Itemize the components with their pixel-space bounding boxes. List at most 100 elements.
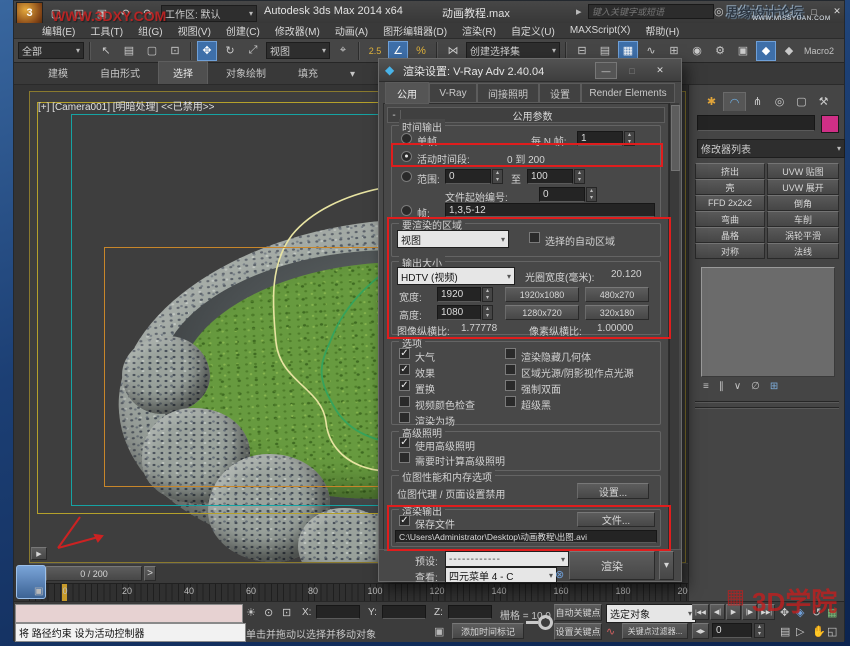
height-spinner[interactable]: ▴▾	[482, 305, 493, 320]
viewport-select-dropdown[interactable]: 四元菜单 4 - C▾	[445, 567, 557, 583]
option-checkbox[interactable]	[505, 348, 516, 359]
redo-icon[interactable]: ↷	[138, 3, 158, 23]
modifier-button[interactable]: 涡轮平滑	[767, 227, 839, 243]
dialog-close-button[interactable]: ✕	[649, 62, 671, 79]
object-name-field[interactable]	[697, 115, 815, 131]
modifier-list-dropdown[interactable]: 修改器列表▾	[697, 139, 845, 158]
radio-range[interactable]	[401, 171, 412, 182]
max-logo[interactable]: 3	[16, 2, 43, 24]
isolate-selection-icon[interactable]: ☀	[246, 606, 256, 619]
follow-icon[interactable]: ✥	[780, 606, 789, 619]
width-spinner[interactable]: ▴▾	[482, 287, 493, 302]
modifier-button[interactable]: UVW 展开	[767, 179, 839, 195]
modifier-button[interactable]: 车削	[767, 211, 839, 227]
absolute-mode-icon[interactable]: ⊡	[282, 606, 291, 619]
open-file-icon[interactable]: ◳	[69, 3, 89, 23]
z-coordinate-field[interactable]	[448, 605, 492, 619]
panel-tab-display-icon[interactable]: ▢	[791, 93, 812, 111]
option-checkbox[interactable]: ✓	[399, 380, 410, 391]
modifier-button[interactable]: UVW 贴图	[767, 163, 839, 179]
panel-tab-utilities-icon[interactable]: ⚒	[813, 93, 834, 111]
configure-modifier-icon[interactable]: ⊞	[770, 381, 778, 392]
key-wave-icon[interactable]: ∿	[606, 625, 615, 638]
time-slider-next-button[interactable]: >	[144, 566, 156, 581]
play-button[interactable]: ▶	[726, 604, 741, 620]
menu-edit[interactable]: 编辑(E)	[42, 23, 75, 38]
radio-single-frame[interactable]	[401, 133, 412, 144]
tab-vray[interactable]: V-Ray	[429, 83, 477, 103]
show-end-result-icon[interactable]: ∥	[719, 381, 724, 392]
viewport-layout-icon[interactable]: ▦	[827, 606, 837, 619]
panel-tab-modify-icon[interactable]: ◠	[723, 92, 746, 111]
current-frame-field[interactable]: 0	[712, 623, 752, 638]
scale-tool-icon[interactable]: ⤢	[243, 41, 263, 61]
save-file-icon[interactable]: ▣	[92, 3, 112, 23]
pan-hand-icon[interactable]: ✋	[812, 625, 826, 638]
view-lock-icon[interactable]: ⊗	[555, 568, 564, 581]
zoom-icon[interactable]: ▷	[796, 625, 804, 638]
frames-field[interactable]: 1,3,5-12	[445, 203, 655, 217]
output-size-dropdown[interactable]: HDTV (视频)▾	[397, 267, 515, 285]
auto-key-button[interactable]: 自动关键点	[554, 604, 602, 621]
frame-spinner[interactable]: ▴▾	[754, 623, 765, 638]
zoom-extents-icon[interactable]: ▤	[780, 625, 790, 638]
render-production-icon[interactable]: ◆	[756, 41, 776, 61]
panel-tab-motion-icon[interactable]: ◎	[769, 93, 790, 111]
maxscript-mini-listener[interactable]	[15, 604, 243, 623]
menu-create[interactable]: 创建(C)	[226, 23, 260, 38]
option-checkbox[interactable]: ✓	[399, 364, 410, 375]
range-to-field[interactable]: 100	[527, 169, 573, 184]
modifier-button[interactable]: FFD 2x2x2	[695, 195, 765, 211]
select-by-name-icon[interactable]: ▤	[119, 41, 139, 61]
search-input[interactable]	[588, 4, 714, 19]
modifier-button[interactable]: 壳	[695, 179, 765, 195]
every-n-spinner[interactable]: ▴▾	[624, 131, 635, 146]
selection-lock-icon[interactable]: ⊙	[264, 606, 273, 619]
go-to-end-button[interactable]: ▶▶|	[758, 604, 775, 620]
ribbon-tab-populate[interactable]: 填充	[284, 62, 332, 84]
ribbon-tab-selection[interactable]: 选择	[158, 61, 208, 84]
help-tools-icon[interactable]: ⚒	[730, 5, 740, 18]
modifier-button[interactable]: 弯曲	[695, 211, 765, 227]
modifier-button[interactable]: 对称	[695, 243, 765, 259]
ribbon-overflow-icon[interactable]: ▾	[336, 66, 369, 84]
remove-modifier-icon[interactable]: ∅	[751, 381, 760, 392]
shield-icon[interactable]: ◈	[796, 606, 804, 619]
rotate-tool-icon[interactable]: ↻	[220, 41, 240, 61]
workspace-dropdown[interactable]: 工作区: 默认▾	[161, 5, 257, 22]
res-1920x1080-button[interactable]: 1920x1080	[505, 287, 579, 302]
option-checkbox[interactable]	[505, 380, 516, 391]
height-field[interactable]: 1080	[437, 305, 481, 320]
menu-help[interactable]: 帮助(H)	[645, 23, 679, 38]
radio-frames[interactable]	[401, 205, 412, 216]
pin-stack-icon[interactable]: ≡	[703, 381, 709, 392]
render-menu-arrow[interactable]: ▾	[659, 551, 674, 580]
range-from-field[interactable]: 0	[445, 169, 491, 184]
add-time-tag-button[interactable]: 添加时间标记	[452, 623, 524, 639]
modifier-button[interactable]: 挤出	[695, 163, 765, 179]
named-selection-dropdown[interactable]: 创建选择集▾	[466, 42, 560, 59]
dialog-maximize-button[interactable]: □	[621, 62, 643, 79]
panel-tab-hierarchy-icon[interactable]: ⋔	[747, 93, 768, 111]
files-button[interactable]: 文件...	[577, 512, 655, 527]
selection-filter-dropdown[interactable]: 选定对象▾	[606, 604, 696, 623]
range-to-spinner[interactable]: ▴▾	[574, 169, 585, 184]
width-field[interactable]: 1920	[437, 287, 481, 302]
area-to-render-dropdown[interactable]: 视图▾	[397, 230, 509, 248]
panel-tab-create-icon[interactable]: ✱	[701, 93, 722, 111]
option-checkbox[interactable]	[399, 396, 410, 407]
auto-region-checkbox[interactable]	[529, 232, 540, 243]
file-start-spinner[interactable]: ▴▾	[586, 187, 597, 202]
set-key-icon[interactable]	[527, 609, 553, 635]
dialog-minimize-button[interactable]: —	[595, 62, 617, 79]
zoom-region-icon[interactable]: ◱	[827, 625, 837, 638]
macro-label[interactable]: Macro2	[804, 46, 834, 56]
render-setup-icon[interactable]: ⚙	[710, 41, 730, 61]
object-color-swatch[interactable]	[821, 115, 839, 133]
menu-customize[interactable]: 自定义(U)	[511, 23, 555, 38]
scrollbar-thumb[interactable]	[671, 105, 680, 171]
dialog-scrollbar[interactable]	[669, 103, 679, 549]
radio-active-time-segment[interactable]: ●	[401, 151, 412, 162]
menu-animation[interactable]: 动画(A)	[335, 23, 368, 38]
save-file-checkbox[interactable]: ✓	[399, 515, 410, 526]
